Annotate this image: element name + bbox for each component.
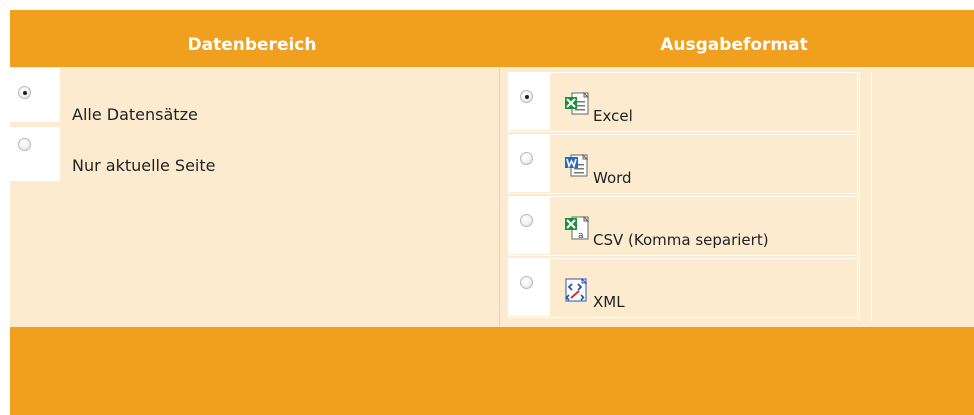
radio-current-page[interactable]: [18, 138, 31, 151]
format-row-xml[interactable]: XML: [508, 258, 858, 318]
format-label-excel: Excel: [593, 107, 633, 125]
format-label-word: Word: [593, 169, 632, 187]
format-radio-cell-xml: [508, 258, 550, 316]
radio-cell-current-page: [10, 127, 60, 181]
radio-excel[interactable]: [520, 90, 533, 103]
format-row-excel[interactable]: Excel: [508, 72, 858, 132]
format-radio-cell-excel: [508, 72, 550, 130]
format-row-word[interactable]: Word: [508, 134, 858, 194]
word-file-icon: [565, 153, 589, 177]
radio-word[interactable]: [520, 152, 533, 165]
export-dialog: Datenbereich Ausgabeformat Alle Datensät…: [10, 10, 974, 415]
excel-file-icon: [565, 91, 590, 115]
label-all-records: Alle Datensätze: [72, 105, 198, 124]
format-cell-excel: [508, 72, 858, 132]
format-row-csv[interactable]: a CSV (Komma separiert): [508, 196, 858, 256]
footer-bar: [10, 327, 974, 415]
csv-file-icon: a: [565, 215, 590, 241]
radio-csv[interactable]: [520, 214, 533, 227]
label-current-page: Nur aktuelle Seite: [72, 156, 216, 175]
radio-cell-all-records: [10, 68, 60, 122]
header-bar: Datenbereich Ausgabeformat: [10, 10, 974, 67]
format-radio-cell-csv: [508, 196, 550, 254]
radio-all-records[interactable]: [18, 86, 31, 99]
format-radio-cell-word: [508, 134, 550, 192]
data-range-title: Datenbereich: [187, 35, 317, 55]
format-label-csv: CSV (Komma separiert): [593, 231, 769, 249]
format-cell-xml: [508, 258, 858, 318]
output-format-title: Ausgabeformat: [660, 35, 808, 55]
radio-xml[interactable]: [520, 276, 533, 289]
xml-file-icon: [565, 277, 588, 302]
format-frame-edge: [859, 72, 872, 322]
format-label-xml: XML: [593, 293, 625, 311]
column-divider: [499, 67, 500, 327]
svg-text:a: a: [578, 231, 584, 241]
format-cell-word: [508, 134, 858, 194]
